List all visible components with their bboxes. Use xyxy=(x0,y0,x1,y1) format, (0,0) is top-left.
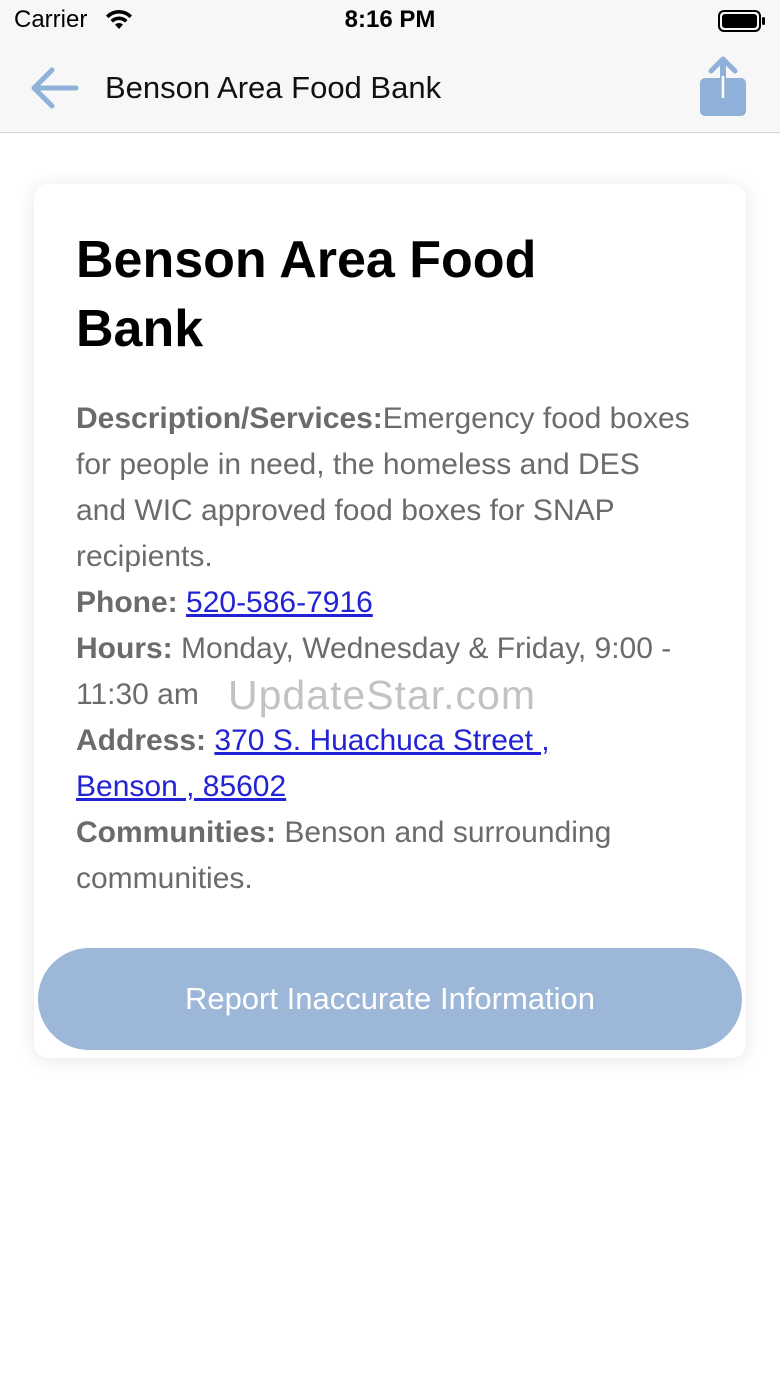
battery-icon xyxy=(718,9,766,38)
description-label: Description/Services: xyxy=(76,402,383,435)
address-link-line1[interactable]: 370 S. Huachuca Street , xyxy=(214,724,549,757)
hours-row: Hours: Monday, Wednesday & Friday, 9:00 … xyxy=(76,626,696,718)
report-inaccurate-info-button[interactable]: Report Inaccurate Information xyxy=(38,948,742,1050)
phone-link[interactable]: 520-586-7916 xyxy=(186,586,373,619)
arrow-left-icon xyxy=(31,67,79,109)
phone-row: Phone: 520-586-7916 xyxy=(76,580,696,626)
status-time: 8:16 PM xyxy=(344,6,436,33)
back-button[interactable] xyxy=(28,64,84,112)
nav-title: Benson Area Food Bank xyxy=(105,70,442,105)
address-link-line2[interactable]: Benson , 85602 xyxy=(76,770,286,803)
address-label: Address: xyxy=(76,724,207,757)
phone-label: Phone: xyxy=(76,586,178,619)
hours-label: Hours: xyxy=(76,632,173,665)
share-button[interactable] xyxy=(696,56,752,120)
address-row: Address: 370 S. Huachuca Street , Benson … xyxy=(76,718,696,810)
status-bar: Carrier 8:16 PM xyxy=(0,0,780,44)
food-bank-card: Benson Area Food Bank Description/Servic… xyxy=(34,184,746,1058)
details-block: Description/Services:Emergency food boxe… xyxy=(76,396,696,902)
card-title: Benson Area Food Bank xyxy=(76,231,537,358)
navigation-bar: Benson Area Food Bank xyxy=(0,44,780,133)
communities-label: Communities: xyxy=(76,816,277,849)
communities-row: Communities: Benson and surrounding comm… xyxy=(76,810,696,902)
description-row: Description/Services:Emergency food boxe… xyxy=(76,396,696,580)
share-icon xyxy=(700,56,746,116)
